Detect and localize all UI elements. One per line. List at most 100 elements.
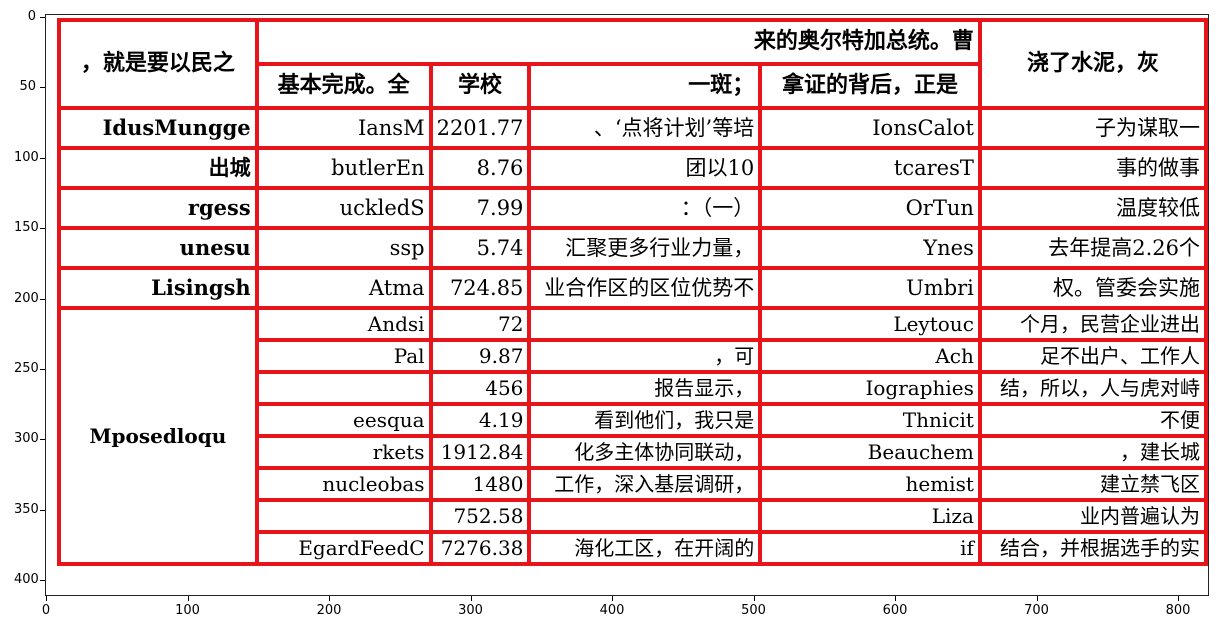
table-cell: 团以10 — [527, 146, 763, 190]
table-cell: 5.74 — [428, 226, 532, 270]
table-cell — [254, 370, 433, 406]
y-tick-label: 0 — [27, 9, 36, 24]
table-cell: 报告显示， — [527, 370, 763, 406]
group-row-header-cell: Mposedloqu — [57, 306, 259, 566]
table-cell: 1912.84 — [428, 434, 532, 470]
table-cell: 不便 — [977, 402, 1209, 438]
table-cell: nucleobas — [254, 466, 433, 502]
x-tick-label: 500 — [741, 603, 766, 618]
y-tick-label: 300 — [14, 431, 39, 447]
x-tick-label: 100 — [175, 603, 200, 618]
table-cell: Liza — [758, 498, 982, 534]
table-cell: Thnicit — [758, 402, 982, 438]
y-tick-label: 350 — [14, 501, 39, 517]
y-tick-label: 100 — [14, 149, 39, 165]
y-tick-label: 200 — [14, 290, 39, 306]
y-tick-label: 250 — [14, 361, 39, 376]
y-tick-mark — [40, 439, 45, 441]
table-cell: 业内普遍认为 — [977, 498, 1209, 534]
row-header-cell: unesu — [57, 226, 259, 270]
table-cell: 权。管委会实施 — [977, 266, 1209, 310]
table-cell: 724.85 — [428, 266, 532, 310]
table-cell: 子为谋取一 — [977, 106, 1209, 150]
table-cell: Leytouc — [758, 306, 982, 342]
table-cell: tcaresT — [758, 146, 982, 190]
table-cell: Andsi — [254, 306, 433, 342]
table-cell: ssp — [254, 226, 433, 270]
y-tick-label: 400 — [14, 572, 39, 588]
table-cell: 足不出户、工作人 — [977, 338, 1209, 374]
y-tick-label: 150 — [14, 220, 39, 236]
x-tick-mark — [187, 596, 189, 601]
table-cell: 9.87 — [428, 338, 532, 374]
table-cell — [254, 498, 433, 534]
row-header-cell: rgess — [57, 186, 259, 230]
header-cell: 一斑； — [527, 62, 763, 110]
table-cell: Iographies — [758, 370, 982, 406]
table-cell: 结，所以，人与虎对峙 — [977, 370, 1209, 406]
table-cell: Atma — [254, 266, 433, 310]
table-row: 出城 butlerEn 8.76 团以10 tcaresT 事的做事 — [57, 146, 1209, 190]
row-header-cell: IdusMungge — [57, 106, 259, 150]
x-tick-mark — [612, 596, 613, 601]
y-tick-mark — [40, 580, 45, 582]
table-cell: 看到他们，我只是 — [527, 402, 763, 438]
x-tick-mark — [1036, 596, 1038, 601]
table-cell: eesqua — [254, 402, 433, 438]
header-cell: 拿证的背后，正是 — [758, 62, 982, 110]
table-cell: 个月，民营企业进出 — [977, 306, 1209, 342]
table-row: unesu ssp 5.74 汇聚更多行业力量， Ynes 去年提高2.26个 — [57, 226, 1209, 270]
table-cell: 、‘点将计划’等培 — [527, 106, 763, 150]
x-tick-label: 300 — [458, 603, 483, 618]
table-cell: 1480 — [428, 466, 532, 502]
table-cell: 温度较低 — [977, 186, 1209, 230]
table-cell: 752.58 — [428, 498, 532, 534]
table-cell: 456 — [428, 370, 532, 406]
table-row: Lisingsh Atma 724.85 业合作区的区位优势不 Umbri 权。管委会实施 — [57, 266, 1209, 310]
x-tick-mark — [470, 596, 472, 601]
row-header-cell: 出城 — [57, 146, 259, 190]
header-cell-c0: ，就是要以民之 — [57, 18, 259, 110]
y-tick-mark — [40, 228, 45, 230]
table-cell: 业合作区的区位优势不 — [527, 266, 763, 310]
table-cell: if — [758, 530, 982, 566]
x-tick-label: 200 — [316, 603, 342, 618]
table-cell: rkets — [254, 434, 433, 470]
table-cell: OrTun — [758, 186, 982, 230]
data-table: ，就是要以民之 来的奥尔特加总统。曹 浇了水泥，灰 基本完成。全 学校 一斑； … — [57, 18, 1209, 566]
x-tick-mark — [1178, 596, 1179, 601]
table-cell: IansM — [254, 106, 433, 150]
table-cell: Ach — [758, 338, 982, 374]
y-tick-mark — [40, 369, 45, 370]
table-cell: Pal — [254, 338, 433, 374]
header-cell: 基本完成。全 — [254, 62, 433, 110]
table-cell: 结合，并根据选手的实 — [977, 530, 1209, 566]
x-tick-label: 700 — [1024, 603, 1049, 618]
table-cell: 7276.38 — [428, 530, 532, 566]
table-cell: butlerEn — [254, 146, 433, 190]
table-cell: 2201.77 — [428, 106, 532, 150]
y-tick-mark — [40, 157, 45, 159]
table-cell — [527, 498, 763, 534]
y-tick-mark — [40, 87, 45, 89]
table-cell: Ynes — [758, 226, 982, 270]
x-tick-mark — [46, 596, 47, 601]
row-header-cell: Lisingsh — [57, 266, 259, 310]
x-tick-label: 600 — [882, 603, 908, 618]
x-tick-mark — [895, 596, 896, 601]
image-plot-area: ，就是要以民之 来的奥尔特加总统。曹 浇了水泥，灰 基本完成。全 学校 一斑； … — [45, 14, 1209, 596]
table-cell: 7.99 — [428, 186, 532, 230]
x-tick-mark — [329, 596, 330, 601]
table-cell — [527, 306, 763, 342]
y-tick-mark — [40, 509, 45, 511]
header-row-top: ，就是要以民之 来的奥尔特加总统。曹 浇了水泥，灰 — [57, 18, 1209, 110]
table-cell: 事的做事 — [977, 146, 1209, 190]
table-row: rgess uckledS 7.99 ：（一） OrTun 温度较低 — [57, 186, 1209, 230]
header-cell: 学校 — [428, 62, 532, 110]
table-cell: ，建长城 — [977, 434, 1209, 470]
x-tick-label: 400 — [599, 603, 625, 618]
table-cell: uckledS — [254, 186, 433, 230]
table-cell: IonsCalot — [758, 106, 982, 150]
y-tick-mark — [40, 298, 45, 300]
table-cell: 建立禁飞区 — [977, 466, 1209, 502]
